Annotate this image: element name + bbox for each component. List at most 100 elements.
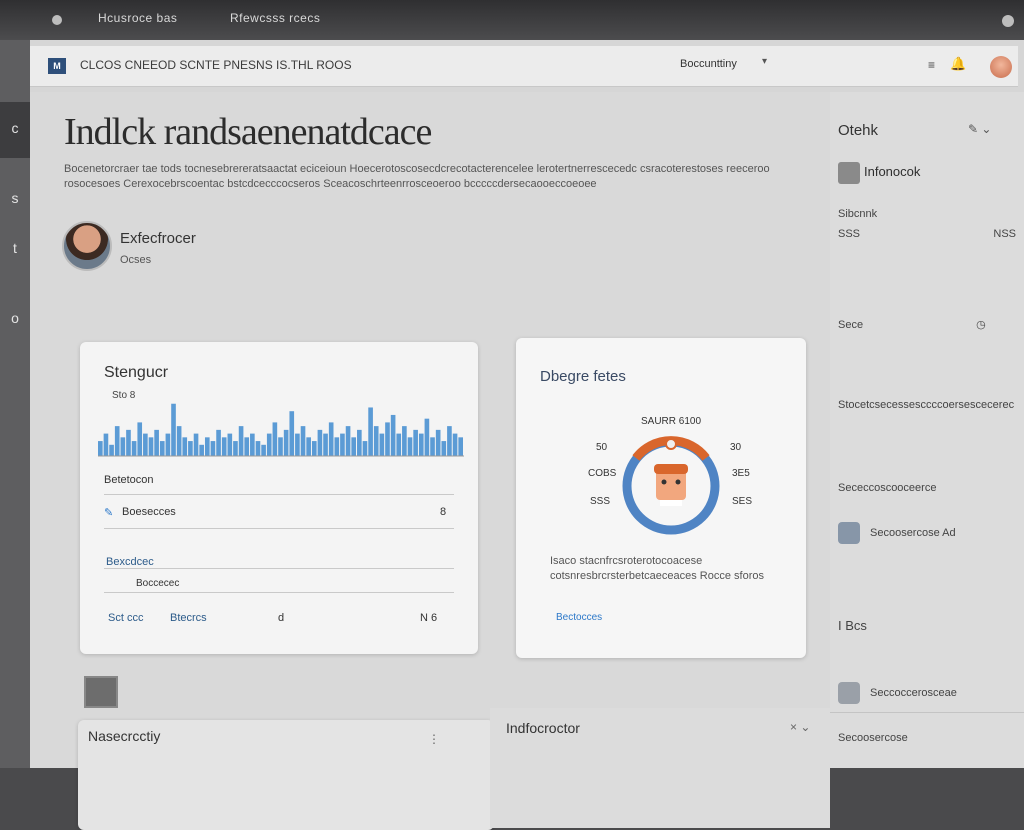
browser-settings-icon[interactable]: [1002, 15, 1014, 27]
browser-control-icon[interactable]: [52, 15, 62, 25]
chart-bar: [447, 426, 452, 456]
chart-bar: [182, 437, 188, 456]
chart-bar: [368, 407, 373, 456]
app-title: CLCOS CNEEOD SCNTE PNESNS IS.THL ROOS: [80, 58, 352, 72]
browser-tab-subtitle[interactable]: Rfewcsss rcecs: [230, 11, 320, 25]
more-options-icon[interactable]: ⋮: [428, 732, 440, 746]
browser-title-bar: Hcusroce bas Rfewcsss rcecs: [0, 0, 1024, 40]
chart-bar: [126, 429, 131, 456]
item-value: SSS: [838, 228, 861, 240]
item-title: Stocetcsecessesccccoersescecerec: [838, 399, 1015, 411]
right-panel-item[interactable]: Sece ◷: [838, 318, 1016, 331]
left-rail-icon-4[interactable]: o: [0, 310, 30, 326]
item-title: Secoosercose: [838, 732, 908, 744]
health-gauge: SAURR 6100 50 COBS SSS 30 3E5 SES: [588, 416, 752, 535]
item-title: Seccoccerosceae: [870, 687, 957, 699]
profile-avatar[interactable]: [62, 221, 112, 271]
document-icon[interactable]: [84, 676, 118, 708]
divider: [104, 592, 454, 593]
chart-bar: [272, 422, 278, 456]
chart-bar: [171, 403, 176, 456]
right-panel-item[interactable]: I Bcs: [838, 618, 1016, 633]
chart-bar: [340, 433, 345, 456]
chart-bar: [334, 437, 340, 456]
chart-bar: [255, 441, 261, 456]
left-rail: c s t o: [0, 40, 30, 768]
gauge-left-label: SSS: [590, 496, 610, 507]
right-panel-actions-icon[interactable]: ✎ ⌄: [968, 122, 991, 136]
stats-row-label[interactable]: Bexcdcec: [106, 556, 154, 568]
chart-bar: [216, 429, 221, 456]
chart-bar: [244, 437, 250, 456]
chart-bar: [283, 429, 289, 456]
chart-bar: [435, 429, 441, 456]
browser-tab-title[interactable]: Hcusroce bas: [98, 11, 177, 25]
chart-bar: [373, 426, 379, 456]
menu-icon[interactable]: ≡: [928, 58, 935, 72]
chart-bar: [176, 426, 182, 456]
chart-bar: [317, 429, 323, 456]
chart-bar: [114, 426, 120, 456]
chart-bar: [193, 433, 199, 456]
account-selector[interactable]: Boccunttiny: [680, 58, 737, 70]
chart-bar: [154, 429, 159, 456]
chart-bar: [165, 433, 171, 456]
gauge-right-label: 3E5: [732, 468, 750, 479]
right-panel-item[interactable]: Sececcoscooceerce: [838, 482, 1016, 494]
chart-bar: [261, 444, 266, 456]
chart-bar: [159, 441, 165, 456]
stats-footer-mid[interactable]: Btecrcs: [170, 612, 207, 624]
right-panel-title: Otehk: [838, 122, 879, 139]
chart-bar: [250, 433, 255, 456]
chart-bar: [98, 441, 103, 456]
left-rail-icon-3[interactable]: t: [0, 240, 30, 256]
chart-bar: [266, 433, 272, 456]
chart-bar: [357, 429, 362, 456]
chart-bar: [227, 433, 233, 456]
chart-bar: [452, 433, 458, 456]
right-panel-item[interactable]: Secoosercose Ad: [838, 522, 1016, 544]
chevron-down-icon[interactable]: ▾: [762, 56, 767, 67]
divider: [104, 568, 454, 569]
item-meta: NSS: [993, 228, 1016, 240]
right-panel-item[interactable]: Sibcnnk SSS NSS: [838, 208, 1016, 240]
chart-bar: [407, 437, 413, 456]
chart-bar: [204, 437, 210, 456]
stats-row-label: Boesecces: [122, 506, 176, 518]
right-panel-item[interactable]: Seccoccerosceae: [838, 682, 1016, 704]
item-title: Sibcnnk: [838, 208, 878, 220]
chart-bar: [295, 433, 300, 456]
stats-footer-left[interactable]: Sct ccc: [108, 612, 143, 624]
bottom-left-card: Nasecrcctiy ⋮: [78, 720, 494, 830]
item-title: Sece: [838, 319, 864, 331]
chart-bar: [311, 441, 317, 456]
user-avatar[interactable]: [990, 56, 1012, 78]
chart-bar: [345, 426, 351, 456]
stats-footer-right[interactable]: N 6: [420, 612, 437, 624]
stats-card: Stengucr Sto 8 Betetocon ✎ Boesecces 8 B…: [80, 342, 478, 654]
item-thumbnail: [838, 522, 860, 544]
right-panel-item[interactable]: Secoosercose: [838, 732, 1016, 744]
right-panel-item[interactable]: Stocetcsecessesccccoersescecerec: [838, 398, 1016, 412]
clock-icon: ◷: [976, 319, 986, 331]
chart-bar: [362, 441, 368, 456]
bottom-right-card: Indfocroctor × ⌄: [490, 708, 830, 828]
gauge-right-label: SES: [732, 496, 752, 507]
health-card-title: Dbegre fetes: [540, 368, 626, 385]
chart-bar: [137, 422, 143, 456]
close-icon[interactable]: × ⌄: [790, 720, 810, 734]
health-description: Isaco stacnfrcsroterotocoacese cotsnresb…: [550, 555, 764, 582]
app-logo-icon[interactable]: M: [48, 58, 66, 74]
bell-icon[interactable]: 🔔: [950, 56, 966, 72]
health-card: Dbegre fetes SAURR 6100 50 COBS SSS 30 3…: [516, 338, 806, 658]
health-link[interactable]: Bectocces: [556, 612, 602, 623]
chart-bar: [143, 433, 148, 456]
left-rail-icon-2[interactable]: s: [0, 190, 30, 206]
left-rail-icon-1[interactable]: c: [0, 120, 30, 136]
info-icon[interactable]: d: [278, 612, 284, 624]
edit-icon[interactable]: ✎: [104, 506, 113, 519]
profile-name[interactable]: Exfecfrocer: [120, 230, 196, 247]
stats-row-label: Boccecec: [136, 578, 180, 589]
chart-bar: [120, 437, 126, 456]
page-title: Indlck randsaenenatdcace: [64, 111, 432, 153]
